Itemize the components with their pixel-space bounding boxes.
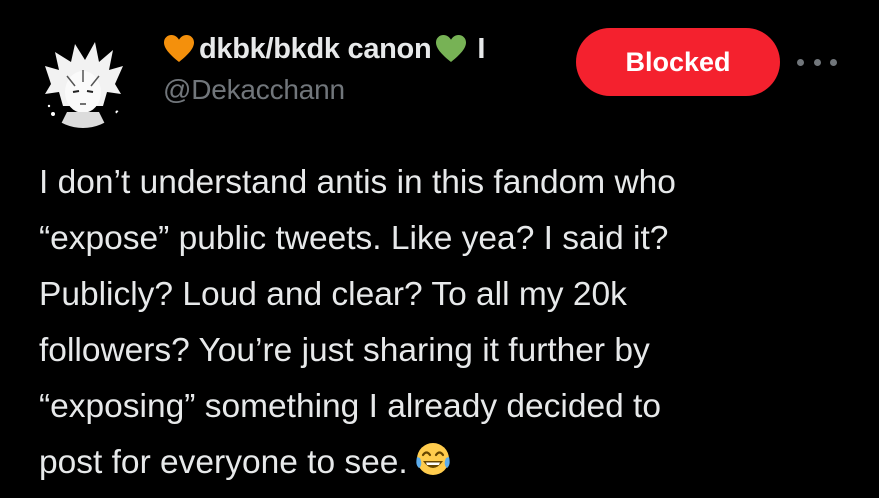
- tweet-text-line: “exposing” something I already decided t…: [39, 388, 661, 425]
- more-options-icon[interactable]: [797, 55, 837, 69]
- tweet-text-line: “expose” public tweets. Like yea? I said…: [39, 220, 669, 257]
- blocked-button[interactable]: Blocked: [576, 28, 780, 96]
- tweet-text-line: followers? You’re just sharing it furthe…: [39, 332, 650, 369]
- avatar-image: [37, 36, 129, 128]
- tweet-card: dkbk/bkdk canon I @Dekacchann Blocked I …: [0, 0, 879, 498]
- display-name[interactable]: dkbk/bkdk canon: [199, 33, 432, 66]
- tweet-text: I don’t understand antis in this fandom …: [39, 155, 859, 491]
- tweet-text-line: Publicly? Loud and clear? To all my 20k: [39, 276, 627, 313]
- display-name-row[interactable]: dkbk/bkdk canon I: [163, 30, 583, 68]
- orange-heart-icon: [163, 34, 195, 64]
- more-dot: [813, 58, 821, 66]
- more-dot: [797, 58, 804, 66]
- avatar[interactable]: [37, 36, 129, 128]
- tweet-text-line: post for everyone to see.: [39, 444, 408, 481]
- tweet-header: dkbk/bkdk canon I @Dekacchann: [163, 30, 583, 106]
- display-name-suffix: I: [477, 32, 486, 65]
- user-handle[interactable]: @Dekacchann: [163, 74, 583, 106]
- green-heart-icon: [435, 34, 467, 64]
- tears-of-joy-emoji-icon: [414, 441, 452, 479]
- more-dot: [830, 58, 837, 66]
- tweet-text-line: I don’t understand antis in this fandom …: [39, 164, 676, 201]
- tweet-text-last-line: post for everyone to see.: [39, 435, 859, 491]
